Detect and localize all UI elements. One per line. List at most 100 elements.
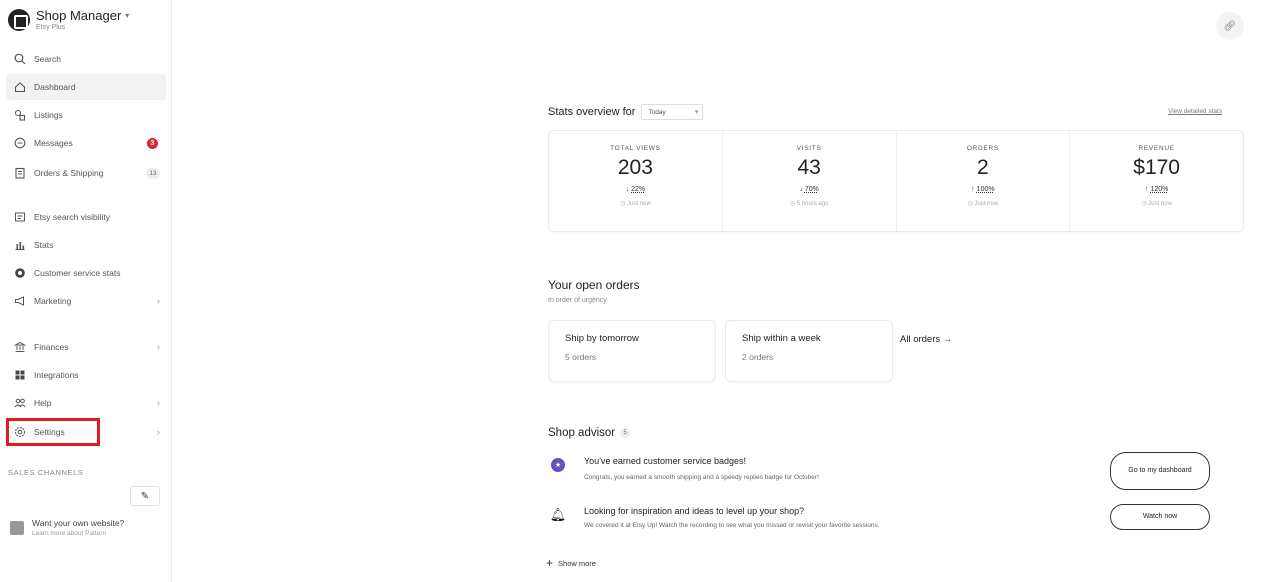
messages-count-badge: 3 — [147, 137, 158, 149]
stat-revenue[interactable]: REVENUE $170 ↑ 120% ◷ Just now — [1070, 131, 1243, 231]
stats-overview-title: Stats overview for — [548, 106, 636, 118]
stat-total-views[interactable]: TOTAL VIEWS 203 ↓ 22% ◷ Just now — [549, 131, 723, 231]
chevron-down-icon: ▾ — [125, 11, 130, 20]
sidebar-item-orders-shipping[interactable]: Orders & Shipping 13 — [6, 160, 166, 186]
edit-sales-channels-button[interactable]: ✎ — [130, 486, 160, 506]
sidebar-item-label: Search — [34, 54, 61, 64]
bank-icon — [12, 339, 28, 355]
view-detailed-stats-link[interactable]: View detailed stats — [1168, 108, 1222, 115]
advisor-item-subtitle: Congrats, you earned a smooth shipping a… — [584, 474, 819, 481]
sidebar-item-label: Orders & Shipping — [34, 168, 104, 178]
stat-value: 43 — [797, 156, 821, 179]
sidebar-item-label: Listings — [34, 110, 63, 120]
stat-updated: Just now — [974, 201, 999, 207]
copy-link-button[interactable]: 🔗︎ — [1216, 12, 1244, 40]
bar-chart-icon — [12, 237, 28, 253]
pattern-icon — [10, 520, 24, 535]
open-orders-subtitle: In order of urgency — [548, 297, 607, 304]
pencil-icon: ✎ — [140, 490, 150, 502]
message-icon — [12, 135, 28, 151]
stat-updated: Just now — [1148, 201, 1172, 207]
help-people-icon — [12, 395, 28, 411]
stat-change: 22% — [631, 186, 646, 193]
stat-label: ORDERS — [966, 145, 999, 152]
sidebar-item-customer-service-stats[interactable]: Customer service stats — [6, 260, 166, 286]
sidebar-item-label: Etsy search visibility — [34, 212, 111, 222]
stat-change: 120% — [1150, 186, 1169, 193]
link-icon: 🔗︎ — [1223, 20, 1237, 32]
stat-visits[interactable]: VISITS 43 ↓ 70% ◷ 5 hours ago — [723, 131, 897, 231]
sidebar-item-dashboard[interactable]: Dashboard — [6, 74, 166, 100]
chevron-right-icon: › — [157, 296, 160, 306]
sidebar-item-integrations[interactable]: Integrations — [6, 362, 166, 388]
sidebar-item-label: Messages — [34, 138, 73, 148]
clock-icon: ◷ — [620, 201, 627, 207]
pattern-promo[interactable]: Want your own website? Learn more about … — [10, 518, 124, 537]
ship-by-tomorrow-card[interactable]: Ship by tomorrow 5 orders — [548, 320, 716, 382]
search-icon — [12, 51, 28, 67]
shop-manager-switcher[interactable]: Shop Manager ▾ Etsy Plus — [8, 8, 129, 31]
sidebar-item-finances[interactable]: Finances › — [6, 334, 166, 360]
stat-value: $170 — [1133, 156, 1180, 179]
chevron-right-icon: › — [157, 398, 160, 408]
shop-advisor-title: Shop advisor — [548, 427, 616, 439]
order-card-count: 5 orders — [565, 352, 597, 362]
arrow-down-icon: ↓ — [799, 186, 803, 193]
stats-overview-card: TOTAL VIEWS 203 ↓ 22% ◷ Just now VISITS 4… — [548, 130, 1244, 232]
sidebar-item-etsy-search-visibility[interactable]: Etsy search visibility — [6, 204, 166, 230]
clock-icon: ◷ — [789, 201, 797, 207]
sidebar-item-label: Stats — [34, 240, 54, 250]
go-to-dashboard-button[interactable]: Go to my dashboard — [1110, 452, 1210, 490]
sidebar-item-messages[interactable]: Messages 3 — [6, 130, 166, 156]
pattern-subtitle: Learn more about Pattern — [32, 530, 107, 537]
arrow-down-icon: ↓ — [625, 186, 630, 193]
sidebar-item-marketing[interactable]: Marketing › — [6, 288, 166, 314]
search-visibility-icon — [12, 209, 28, 225]
settings-highlight-box — [6, 418, 100, 446]
sidebar-item-help[interactable]: Help › — [6, 390, 166, 416]
stat-label: REVENUE — [1138, 145, 1175, 152]
chevron-right-icon: › — [157, 427, 160, 437]
brand-plan: Etsy Plus — [36, 24, 66, 31]
home-icon — [12, 79, 28, 95]
bell-icon: 🔔︎ — [549, 507, 567, 522]
shop-logo-icon — [8, 8, 30, 31]
brand-name: Shop Manager — [36, 8, 122, 23]
orders-icon — [12, 165, 28, 181]
watch-now-button[interactable]: Watch now — [1110, 504, 1210, 530]
order-card-title: Ship within a week — [742, 333, 821, 344]
sidebar-item-listings[interactable]: Listings — [6, 102, 166, 128]
stat-change: 70% — [804, 186, 819, 193]
open-orders-title: Your open orders — [548, 278, 640, 292]
pattern-title: Want your own website? — [32, 518, 125, 528]
all-orders-link[interactable]: All orders → — [900, 334, 952, 345]
sidebar-item-label: Integrations — [34, 370, 79, 380]
sidebar: Shop Manager ▾ Etsy Plus Search Dashboard… — [0, 0, 172, 582]
badge-star-icon: ★ — [551, 458, 565, 472]
order-card-count: 2 orders — [742, 352, 774, 362]
stat-orders[interactable]: ORDERS 2 ↑ 100% ◷ Just now — [897, 131, 1071, 231]
stat-label: TOTAL VIEWS — [610, 145, 661, 152]
orders-count-badge: 13 — [146, 167, 160, 179]
stat-updated: Just now — [626, 201, 651, 207]
order-card-title: Ship by tomorrow — [565, 333, 639, 344]
ship-within-week-card[interactable]: Ship within a week 2 orders — [725, 320, 893, 382]
stats-period-select[interactable]: Today — [641, 104, 704, 120]
sidebar-item-label: Help — [34, 398, 52, 408]
sidebar-item-label: Customer service stats — [34, 268, 121, 278]
shop-advisor-header: Shop advisor 5 — [548, 427, 631, 439]
grid-icon — [12, 367, 28, 383]
sidebar-item-label: Finances — [34, 342, 69, 352]
stat-updated: 5 hours ago — [796, 201, 829, 207]
sidebar-item-stats[interactable]: Stats — [6, 232, 166, 258]
sidebar-item-label: Dashboard — [34, 82, 76, 92]
show-more-button[interactable]: + Show more — [546, 556, 596, 570]
sidebar-item-search[interactable]: Search — [6, 46, 166, 72]
customer-service-icon — [12, 265, 28, 281]
plus-icon: + — [546, 556, 554, 570]
arrow-up-icon: ↑ — [971, 186, 975, 193]
stats-overview-header: Stats overview for Today — [548, 104, 704, 120]
chevron-right-icon: › — [157, 342, 160, 352]
advisor-item-title: Looking for inspiration and ideas to lev… — [584, 506, 805, 516]
shop-advisor-count: 5 — [620, 428, 631, 438]
